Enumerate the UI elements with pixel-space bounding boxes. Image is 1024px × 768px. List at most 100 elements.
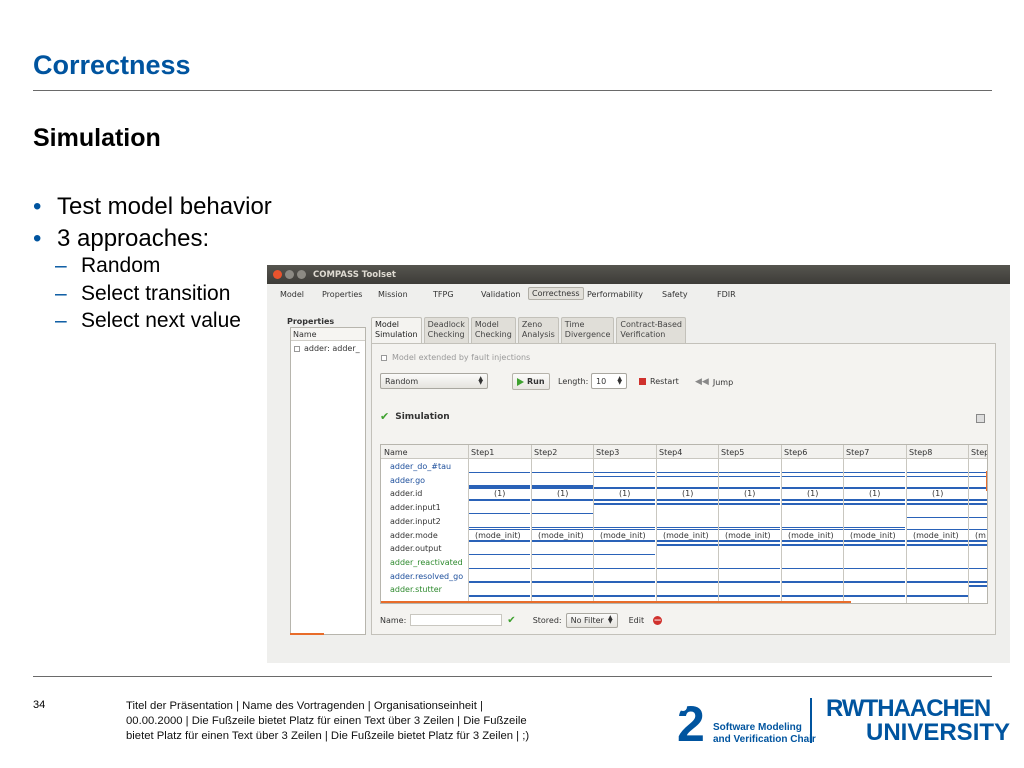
waveform-segment (969, 567, 987, 570)
tab-label: Analysis (521, 330, 555, 339)
column-header-step[interactable]: Step (971, 448, 987, 457)
run-button[interactable]: Run (512, 373, 550, 390)
stored-filter-select[interactable]: No Filter ▲ ▼ (565, 612, 618, 628)
tab-label: Zeno (521, 320, 543, 329)
signal-name[interactable]: adder.input2 (390, 517, 441, 526)
waveform-segment (782, 567, 843, 570)
length-value: 10 (596, 377, 607, 386)
length-spinner[interactable]: 10 ▲ ▼ (591, 373, 627, 389)
signal-name[interactable]: adder.input1 (390, 503, 441, 512)
signal-value: (mode_init) (538, 530, 584, 540)
horizontal-scrollbar[interactable] (381, 601, 851, 603)
waveform-segment (907, 503, 968, 505)
waveform-segment (782, 581, 843, 583)
signal-name[interactable]: adder.mode (390, 531, 438, 540)
restart-button[interactable]: Restart (639, 377, 679, 386)
clear-icon[interactable]: — (653, 615, 663, 625)
menu-mission[interactable]: Mission (375, 289, 411, 300)
simulation-mode-value: Random (385, 377, 419, 386)
waveform-segment (907, 475, 968, 478)
waveform-segment (907, 528, 968, 531)
signal-name[interactable]: adder.output (390, 544, 441, 553)
properties-item[interactable]: adder: adder_ (291, 341, 365, 356)
maximize-window-icon[interactable] (297, 270, 306, 279)
menu-model[interactable]: Model (277, 289, 307, 300)
menu-properties[interactable]: Properties (319, 289, 365, 300)
minimize-window-icon[interactable] (285, 270, 294, 279)
waveform-segment (469, 581, 530, 583)
sub-bullet-text: Select next value (81, 309, 241, 332)
simulation-mode-select[interactable]: Random ▲ ▼ (380, 373, 488, 389)
column-header-step[interactable]: Step7 (846, 448, 869, 457)
signal-name[interactable]: adder_do_#tau (390, 462, 451, 471)
menu-fdir[interactable]: FDIR (714, 289, 739, 300)
window-title: COMPASS Toolset (313, 270, 396, 280)
tab-deadlock-checking[interactable]: Deadlock Checking (423, 317, 469, 344)
analysis-area: Model Simulation Deadlock Checking Model Ch… (371, 315, 996, 635)
fault-injection-checkbox[interactable] (381, 354, 387, 361)
waveform-segment (657, 544, 718, 546)
waveform-segment (782, 595, 843, 597)
vertical-scrollbar[interactable] (986, 471, 987, 491)
signal-name[interactable]: adder.go (390, 476, 425, 485)
properties-scrollbar[interactable] (290, 633, 324, 635)
bullet-text: Test model behavior (57, 193, 272, 220)
footer-line: Titel der Präsentation | Name des Vortra… (126, 700, 483, 712)
jump-label: Jump (712, 377, 734, 387)
waveform-segment (469, 528, 530, 531)
bullet-marker: • (33, 225, 42, 252)
menu-correctness[interactable]: Correctness (528, 287, 584, 300)
waveform-segment (907, 540, 968, 542)
waveform-segment (969, 540, 987, 542)
column-header-step[interactable]: Step8 (909, 448, 932, 457)
column-divider (718, 445, 719, 603)
waveform-segment (844, 499, 905, 501)
waveform-segment (594, 471, 655, 474)
run-label: Run (527, 377, 545, 386)
chair-name: Software Modeling and Verification Chair (713, 722, 816, 746)
column-header-step[interactable]: Step3 (596, 448, 619, 457)
close-window-icon[interactable] (273, 270, 282, 279)
column-divider (906, 445, 907, 603)
column-header-step[interactable]: Step5 (721, 448, 744, 457)
signal-name[interactable]: adder_reactivated (390, 558, 463, 567)
menu-tfpg[interactable]: TFPG (430, 289, 457, 300)
chair-logo-icon: 2 (677, 697, 705, 745)
fault-injection-option[interactable]: Model extended by fault injections (381, 353, 530, 362)
waveform-segment (782, 528, 843, 531)
sub-bullet-list: – Random – Select transition – Select next … (55, 252, 241, 335)
waveform-segment (469, 512, 530, 515)
apply-checkmark-icon[interactable]: ✔ (507, 615, 515, 626)
column-header-name[interactable]: Name (384, 448, 408, 457)
waveform-segment (907, 516, 968, 519)
name-filter-input[interactable] (410, 614, 503, 626)
waveform-segment (844, 567, 905, 570)
jump-button[interactable]: ◀◀ Jump (695, 377, 733, 387)
column-header-step[interactable]: Step2 (534, 448, 557, 457)
waveform-segment (532, 553, 593, 556)
tab-model-simulation[interactable]: Model Simulation (371, 317, 422, 344)
menu-safety[interactable]: Safety (659, 289, 691, 300)
column-header-step[interactable]: Step4 (659, 448, 682, 457)
waveform-segment (594, 567, 655, 570)
waveform-segment (907, 581, 968, 583)
signal-name[interactable]: adder.resolved_go (390, 572, 463, 581)
tab-contract-based-verification[interactable]: Contract-Based Verification (616, 317, 686, 344)
waveform-segment (719, 581, 780, 583)
signal-name[interactable]: adder.stutter (390, 585, 442, 594)
waveform-segment (594, 595, 655, 597)
menu-performability[interactable]: Performability (584, 289, 646, 300)
edit-button[interactable]: Edit (629, 616, 645, 625)
detach-icon[interactable] (976, 414, 985, 423)
column-header-step[interactable]: Step1 (471, 448, 494, 457)
signal-name[interactable]: adder.id (390, 489, 422, 498)
stored-label: Stored: (532, 615, 562, 625)
menu-validation[interactable]: Validation (478, 289, 524, 300)
column-header-step[interactable]: Step6 (784, 448, 807, 457)
tab-zeno-analysis[interactable]: Zeno Analysis (517, 317, 559, 344)
updown-arrow-icon[interactable]: ▲ ▼ (617, 376, 622, 386)
properties-item-checkbox[interactable] (294, 345, 300, 352)
tab-model-checking[interactable]: Model Checking (470, 317, 516, 344)
tab-time-divergence[interactable]: Time Divergence (560, 317, 615, 344)
waveform-segment (657, 567, 718, 570)
